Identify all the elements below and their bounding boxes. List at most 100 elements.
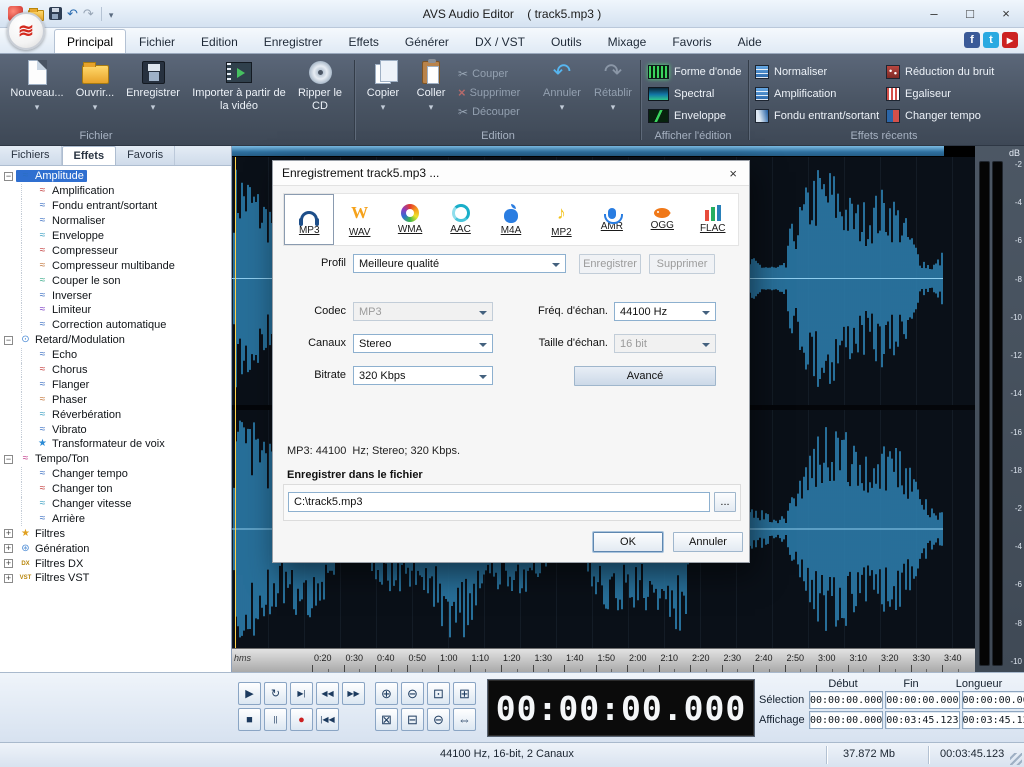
format-tab-mp2[interactable]: MP2 [536, 194, 586, 245]
tree-item-r-verb-ration[interactable]: ≈Réverbération [0, 407, 231, 422]
resize-grip[interactable] [1010, 753, 1022, 765]
menu-tab-g-n-rer[interactable]: Générer [392, 29, 462, 53]
change-tempo-button[interactable]: Changer tempo [886, 105, 1020, 127]
facebook-icon[interactable]: f [964, 32, 980, 48]
bitrate-select[interactable]: 320 Kbps [353, 366, 493, 385]
zoom-in-button[interactable]: ⊕ [375, 682, 398, 705]
tree-item-transformateur-de-voix[interactable]: ★Transformateur de voix [0, 437, 231, 452]
minimize-button[interactable]: – [916, 0, 952, 27]
tree-item-compresseur-multibande[interactable]: ≈Compresseur multibande [0, 258, 231, 273]
browse-button[interactable]: ... [714, 492, 736, 512]
tree-item-amplitude[interactable]: −≈Amplitude [0, 169, 231, 184]
tree-item-enveloppe[interactable]: ≈Enveloppe [0, 229, 231, 244]
pause-button[interactable]: || [264, 708, 287, 731]
save-profile-button[interactable]: Enregistrer [579, 254, 641, 274]
tree-item-inverser[interactable]: ≈Inverser [0, 288, 231, 303]
sidebar-tab-fichiers[interactable]: Fichiers [0, 146, 62, 165]
tree-item-couper-le-son[interactable]: ≈Couper le son [0, 273, 231, 288]
zoom-vertical-out-button[interactable]: ⊖ [427, 708, 450, 731]
undo-icon[interactable]: ↶ [67, 6, 78, 22]
tree-item-echo[interactable]: ≈Echo [0, 348, 231, 363]
sample-size-select[interactable]: 16 bit [614, 334, 716, 353]
menu-tab-outils[interactable]: Outils [538, 29, 595, 53]
sidebar-tab-effets[interactable]: Effets [62, 146, 117, 165]
format-tab-wav[interactable]: WAV [334, 194, 384, 245]
maximize-button[interactable]: □ [952, 0, 988, 27]
go-to-start-button[interactable]: |◀◀ [316, 708, 339, 731]
sample-rate-select[interactable]: 44100 Hz [614, 302, 716, 321]
avs-logo[interactable]: ≋ [7, 12, 45, 50]
collapse-icon[interactable]: − [4, 455, 13, 464]
new-button[interactable]: Nouveau... [8, 58, 66, 113]
fade-button[interactable]: Fondu entrant/sortant [755, 105, 883, 127]
playhead-cursor[interactable] [235, 157, 236, 648]
menu-tab-dx-vst[interactable]: DX / VST [462, 29, 538, 53]
menu-tab-enregistrer[interactable]: Enregistrer [251, 29, 336, 53]
tree-item-amplification[interactable]: ≈Amplification [0, 184, 231, 199]
close-button[interactable]: × [988, 0, 1024, 27]
tree-item-g-n-ration[interactable]: +⊛Génération [0, 541, 231, 556]
menu-tab-mixage[interactable]: Mixage [595, 29, 660, 53]
zoom-vertical-in-button[interactable]: ⊞ [453, 682, 476, 705]
forward-button[interactable]: ▶▶ [342, 682, 365, 705]
tree-item-changer-ton[interactable]: ≈Changer ton [0, 482, 231, 497]
menu-tab-principal[interactable]: Principal [54, 29, 126, 53]
menu-tab-edition[interactable]: Edition [188, 29, 251, 53]
tree-item-filtres-vst[interactable]: +VSTFiltres VST [0, 571, 231, 586]
tree-item-flanger[interactable]: ≈Flanger [0, 377, 231, 392]
channels-select[interactable]: Stereo [353, 334, 493, 353]
format-tab-amr[interactable]: AMR [587, 194, 637, 245]
tree-item-chorus[interactable]: ≈Chorus [0, 363, 231, 378]
expand-icon[interactable]: + [4, 574, 13, 583]
envelope-view-button[interactable]: Enveloppe [648, 105, 742, 127]
zoom-full-button[interactable]: ⊠ [375, 708, 398, 731]
advanced-button[interactable]: Avancé [574, 366, 716, 386]
copy-button[interactable]: Copier [360, 58, 406, 113]
noise-reduction-button[interactable]: Réduction du bruit [886, 61, 1020, 83]
delete-button[interactable]: Supprimer [458, 83, 520, 102]
tree-item-phaser[interactable]: ≈Phaser [0, 392, 231, 407]
tree-item-correction-automatique[interactable]: ≈Correction automatique [0, 318, 231, 333]
format-tab-flac[interactable]: FLAC [688, 194, 738, 245]
tree-item-changer-tempo[interactable]: ≈Changer tempo [0, 467, 231, 482]
ok-button[interactable]: OK [593, 532, 663, 552]
rip-cd-button[interactable]: Ripper le CD [290, 58, 350, 112]
record-button[interactable]: ● [290, 708, 313, 731]
collapse-icon[interactable]: − [4, 172, 13, 181]
normalize-button[interactable]: Normaliser [755, 61, 883, 83]
menu-tab-effets[interactable]: Effets [335, 29, 391, 53]
dialog-close-icon[interactable]: × [726, 166, 740, 181]
save-file-icon[interactable] [49, 7, 62, 20]
tree-item-fondu-entrant-sortant[interactable]: ≈Fondu entrant/sortant [0, 199, 231, 214]
tree-item-arri-re[interactable]: ≈Arrière [0, 511, 231, 526]
sidebar-tab-favoris[interactable]: Favoris [116, 146, 175, 165]
loop-button[interactable]: ↻ [264, 682, 287, 705]
menu-tab-favoris[interactable]: Favoris [659, 29, 724, 53]
format-tab-ogg[interactable]: OGG [637, 194, 687, 245]
open-button[interactable]: Ouvrir... [66, 58, 124, 113]
format-tab-m4a[interactable]: M4A [486, 194, 536, 245]
amplify-button[interactable]: Amplification [755, 83, 883, 105]
dialog-title-bar[interactable]: Enregistrement track5.mp3 ... × [273, 161, 749, 186]
play-button[interactable]: ▶ [238, 682, 261, 705]
redo-button[interactable]: Rétablir [588, 58, 638, 113]
rewind-button[interactable]: ◀◀ [316, 682, 339, 705]
tree-item-retard-modulation[interactable]: −⊙Retard/Modulation [0, 333, 231, 348]
zoom-horizontal-button[interactable]: ⊟ [401, 708, 424, 731]
waveform-view-button[interactable]: Forme d'onde [648, 61, 742, 83]
expand-icon[interactable]: + [4, 559, 13, 568]
profile-select[interactable]: Meilleure qualité [353, 254, 566, 273]
paste-button[interactable]: Coller [408, 58, 454, 113]
spectral-view-button[interactable]: Spectral [648, 83, 742, 105]
stop-button[interactable]: ■ [238, 708, 261, 731]
zoom-selection-button[interactable]: ⊡ [427, 682, 450, 705]
cancel-button[interactable]: Annuler [673, 532, 743, 552]
delete-profile-button[interactable]: Supprimer [649, 254, 715, 274]
collapse-icon[interactable]: − [4, 336, 13, 345]
tree-item-filtres[interactable]: +★Filtres [0, 526, 231, 541]
menu-tab-fichier[interactable]: Fichier [126, 29, 188, 53]
codec-select[interactable]: MP3 [353, 302, 493, 321]
tree-item-limiteur[interactable]: ≈Limiteur [0, 303, 231, 318]
tree-item-tempo-ton[interactable]: −≈Tempo/Ton [0, 452, 231, 467]
save-button[interactable]: Enregistrer [124, 58, 182, 113]
